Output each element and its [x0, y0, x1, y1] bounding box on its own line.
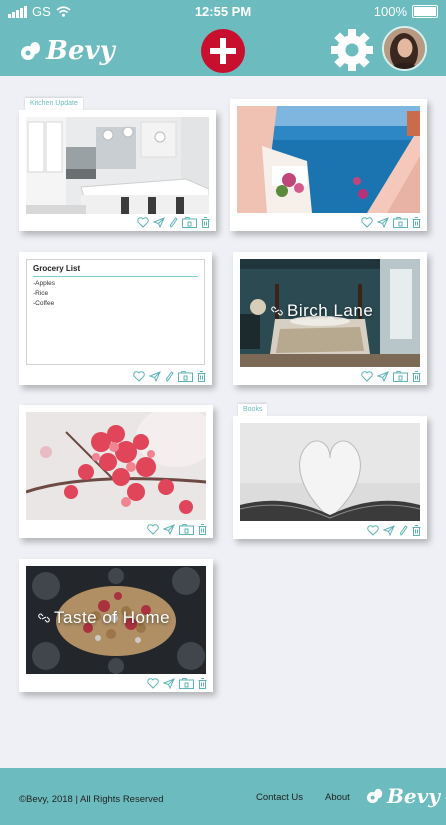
- board-title-text: Taste of Home: [54, 608, 171, 627]
- board-icon[interactable]: [393, 371, 408, 382]
- send-icon[interactable]: [383, 525, 395, 536]
- heart-icon[interactable]: [361, 371, 373, 382]
- board-card[interactable]: [230, 99, 427, 231]
- battery-percent: 100%: [373, 4, 407, 19]
- heart-icon[interactable]: [133, 371, 145, 382]
- board-icon[interactable]: [178, 371, 193, 382]
- note-content: Grocery List -Apples -Rice -Coffee: [26, 259, 205, 365]
- heart-icon[interactable]: [137, 217, 149, 228]
- book-pages-photo: [240, 423, 420, 521]
- board-tab-label: Kitchen Update: [25, 98, 83, 110]
- pencil-icon[interactable]: [165, 371, 174, 382]
- bevy-logo[interactable]: Bevy: [20, 36, 115, 66]
- trash-icon[interactable]: [198, 524, 207, 535]
- board-card[interactable]: [19, 405, 213, 538]
- board-card[interactable]: [19, 110, 216, 231]
- logo-text: Bevy: [46, 36, 115, 66]
- note-title: Grocery List: [33, 264, 198, 277]
- board-title: Taste of Home: [38, 608, 170, 628]
- about-link[interactable]: About: [325, 792, 350, 803]
- add-button[interactable]: [201, 29, 245, 73]
- board-tab-label: Books: [238, 404, 268, 416]
- avatar-photo: [384, 28, 425, 69]
- board-title: Birch Lane: [271, 301, 373, 321]
- send-icon[interactable]: [153, 217, 165, 228]
- board-title-text: Birch Lane: [287, 301, 374, 320]
- pencil-icon[interactable]: [169, 217, 178, 228]
- kitchen-photo: [26, 117, 209, 214]
- contact-link[interactable]: Contact Us: [256, 792, 303, 803]
- board-icon[interactable]: [393, 217, 408, 228]
- send-icon[interactable]: [377, 371, 389, 382]
- link-icon: [271, 306, 283, 316]
- footer-logo-text: Bevy: [387, 784, 440, 808]
- blossoms-photo: [26, 412, 206, 520]
- footer-logo[interactable]: Bevy: [366, 784, 440, 808]
- heart-icon[interactable]: [367, 525, 379, 536]
- heart-icon[interactable]: [147, 524, 159, 535]
- send-icon[interactable]: [163, 678, 175, 689]
- send-icon[interactable]: [163, 524, 175, 535]
- trash-icon[interactable]: [201, 217, 210, 228]
- gear-icon[interactable]: [329, 27, 375, 73]
- bevy-logo-icon: [21, 42, 40, 60]
- board-card[interactable]: [233, 416, 427, 539]
- note-item: -Coffee: [33, 300, 55, 307]
- trash-icon[interactable]: [412, 217, 421, 228]
- board-card[interactable]: Birch Lane: [233, 252, 427, 385]
- app-header: Bevy: [0, 24, 446, 76]
- link-icon: [38, 613, 50, 623]
- trash-icon[interactable]: [412, 525, 421, 536]
- note-item: -Rice: [33, 290, 49, 297]
- copyright-text: ©Bevy, 2018 | All Rights Reserved: [19, 794, 164, 805]
- board-card[interactable]: Taste of Home: [19, 559, 213, 692]
- note-item: -Apples: [33, 280, 56, 287]
- battery-icon: [412, 5, 438, 18]
- board-icon[interactable]: [182, 217, 197, 228]
- trash-icon[interactable]: [198, 678, 207, 689]
- note-card[interactable]: Grocery List -Apples -Rice -Coffee: [19, 252, 212, 385]
- send-icon[interactable]: [149, 371, 161, 382]
- trash-icon[interactable]: [412, 371, 421, 382]
- status-bar: GS 12:55 PM 100%: [0, 0, 446, 24]
- bevy-logo-icon: [367, 788, 383, 804]
- site-footer: ©Bevy, 2018 | All Rights Reserved Contac…: [0, 768, 446, 825]
- plus-icon: [210, 38, 236, 64]
- heart-icon[interactable]: [147, 678, 159, 689]
- board-icon[interactable]: [179, 524, 194, 535]
- user-avatar[interactable]: [382, 26, 427, 71]
- board-icon[interactable]: [179, 678, 194, 689]
- pencil-icon[interactable]: [399, 525, 408, 536]
- trash-icon[interactable]: [197, 371, 206, 382]
- santorini-photo: [237, 106, 420, 213]
- heart-icon[interactable]: [361, 217, 373, 228]
- send-icon[interactable]: [377, 217, 389, 228]
